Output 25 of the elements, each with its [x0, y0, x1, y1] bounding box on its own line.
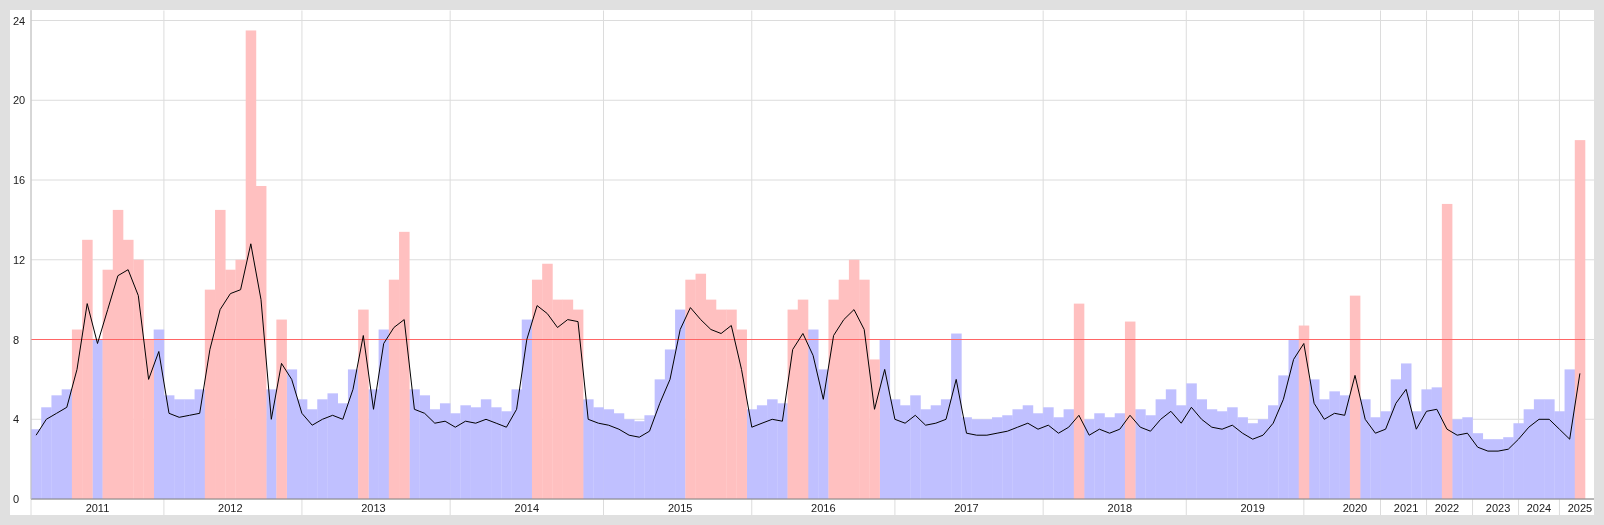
y-tick-label: 20: [13, 94, 26, 107]
x-tick-label: 2021: [1393, 502, 1419, 514]
x-tick-label: 2017: [954, 502, 979, 514]
x-tick-label: 2018: [1107, 502, 1133, 514]
y-tick-label: 16: [13, 174, 26, 186]
x-tick-label: 2013: [361, 502, 386, 514]
y-tick-label: 12: [13, 253, 26, 266]
x-tick-label: 2016: [811, 502, 836, 514]
x-tick-label: 2019: [1240, 502, 1265, 514]
bar: [31, 429, 42, 499]
x-tick-label: 2025: [1567, 502, 1593, 514]
x-tick-label: 2022: [1434, 502, 1460, 514]
x-tick-label: 2020: [1342, 502, 1368, 514]
x-tick-label: 2014: [514, 502, 540, 514]
y-tick-label: 8: [13, 333, 20, 346]
y-tick-label: 24: [13, 14, 26, 27]
y-tick-label: 0: [13, 493, 20, 505]
bar: [1493, 439, 1504, 499]
x-tick-label: 2011: [85, 502, 110, 514]
bar: [1503, 437, 1514, 499]
x-tick-label: 2015: [667, 502, 693, 514]
x-tick-label: 2024: [1526, 502, 1552, 514]
x-tick-label: 2023: [1485, 502, 1511, 514]
x-tick-label: 2012: [218, 502, 243, 514]
y-tick-label: 4: [13, 413, 20, 426]
